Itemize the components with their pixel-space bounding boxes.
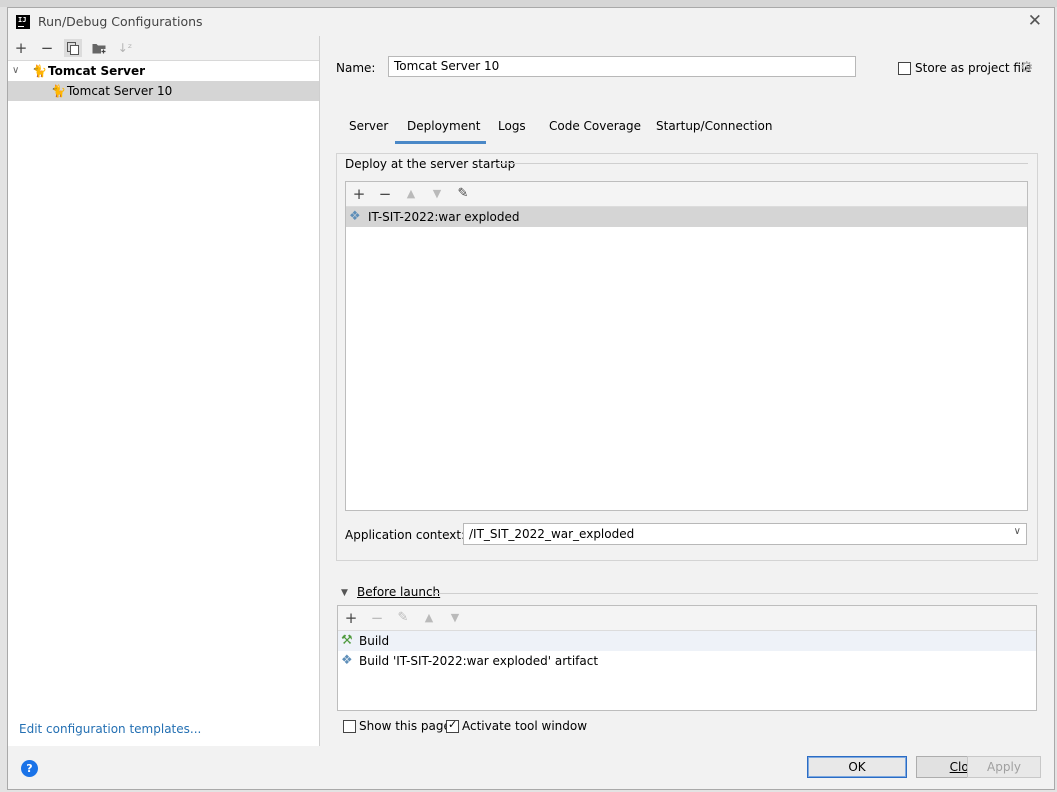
remove-task-icon[interactable]: − <box>368 608 386 628</box>
edit-pencil-icon[interactable]: ✎ <box>394 608 412 628</box>
hammer-icon: ⚒ <box>341 633 353 648</box>
name-input[interactable]: Tomcat Server 10 <box>388 56 856 77</box>
task-label: Build 'IT-SIT-2022:war exploded' artifac… <box>359 654 599 668</box>
tree-group-label: Tomcat Server <box>48 64 146 78</box>
help-icon[interactable]: ? <box>21 760 38 777</box>
artifact-icon: ❖ <box>341 653 353 668</box>
deploy-artifacts-list[interactable]: + − ▲ ▼ ✎ ❖ IT-SIT-2022:war exploded <box>345 181 1028 511</box>
sort-configurations-icon[interactable]: ↓ᶻ <box>116 39 134 57</box>
active-tab-indicator <box>395 141 486 144</box>
before-launch-list[interactable]: + − ✎ ▲ ▼ ⚒ Build ❖ Build 'IT-SIT-2022:w… <box>337 605 1037 711</box>
list-item[interactable]: ❖ Build 'IT-SIT-2022:war exploded' artif… <box>338 651 1036 671</box>
deploy-group-title: Deploy at the server startup <box>345 157 516 171</box>
store-as-project-file-label: Store as project file <box>915 61 1032 75</box>
close-window-icon[interactable]: ✕ <box>1028 11 1042 31</box>
tab-code-coverage[interactable]: Code Coverage <box>549 119 641 133</box>
tomcat-icon: 🐈 <box>32 64 47 78</box>
before-launch-toolbar: + − ✎ ▲ ▼ <box>338 606 1036 631</box>
application-context-label: Application context: <box>345 528 466 542</box>
divider <box>434 593 1038 594</box>
application-context-value: /IT_SIT_2022_war_exploded <box>469 527 635 541</box>
task-label: Build <box>359 634 390 648</box>
chevron-down-icon[interactable]: ∨ <box>12 61 19 81</box>
move-up-icon[interactable]: ▲ <box>420 608 438 628</box>
copy-configuration-icon[interactable] <box>64 39 82 57</box>
tab-deployment[interactable]: Deployment <box>407 119 480 133</box>
add-artifact-icon[interactable]: + <box>350 184 368 204</box>
application-context-combobox[interactable]: /IT_SIT_2022_war_exploded ∨ <box>463 523 1027 545</box>
tab-startup-connection[interactable]: Startup/Connection <box>656 119 772 133</box>
activate-tool-window-checkbox[interactable] <box>446 718 459 733</box>
gear-icon[interactable]: ⚙ <box>1020 58 1033 76</box>
activate-tool-window-label: Activate tool window <box>462 719 588 733</box>
left-footer <box>8 746 319 789</box>
tomcat-icon: 🐈 <box>51 84 66 98</box>
name-label: Name: <box>336 61 376 75</box>
tree-group-tomcat[interactable]: ∨ 🐈 Tomcat Server <box>8 61 319 81</box>
title-bar: IJ Run/Debug Configurations ✕ <box>8 8 1054 36</box>
add-configuration-icon[interactable]: + <box>12 39 30 57</box>
move-down-icon[interactable]: ▼ <box>446 608 464 628</box>
deploy-list-toolbar: + − ▲ ▼ ✎ <box>346 182 1027 207</box>
background-ide <box>0 0 1057 7</box>
remove-artifact-icon[interactable]: − <box>376 184 394 204</box>
artifact-icon: ❖ <box>349 209 361 224</box>
add-task-icon[interactable]: + <box>342 608 360 628</box>
edit-configuration-templates-link[interactable]: Edit configuration templates... <box>19 722 201 736</box>
tree-item-tomcat-server-10[interactable]: 🐈 Tomcat Server 10 <box>8 81 319 101</box>
move-up-icon[interactable]: ▲ <box>402 184 420 204</box>
intellij-logo-icon: IJ <box>16 15 30 29</box>
show-this-page-label: Show this page <box>359 719 451 733</box>
list-item[interactable]: ⚒ Build <box>338 631 1036 651</box>
collapse-triangle-icon[interactable]: ▼ <box>341 588 348 598</box>
move-into-folder-icon[interactable] <box>90 39 108 57</box>
remove-configuration-icon[interactable]: − <box>38 39 56 57</box>
tab-server[interactable]: Server <box>349 119 388 133</box>
edit-pencil-icon[interactable]: ✎ <box>454 184 472 204</box>
configurations-panel: + − ↓ᶻ ∨ 🐈 Tomcat Server 🐈 Tomcat Server… <box>8 36 320 746</box>
chevron-down-icon[interactable]: ∨ <box>1014 526 1021 537</box>
configurations-toolbar: + − ↓ᶻ <box>8 36 319 61</box>
apply-button[interactable]: Apply <box>967 756 1041 778</box>
ok-button[interactable]: OK <box>807 756 907 778</box>
run-debug-dialog: IJ Run/Debug Configurations ✕ + − ↓ᶻ ∨ 🐈… <box>7 7 1055 790</box>
before-launch-title[interactable]: Before launch <box>357 585 440 599</box>
tab-logs[interactable]: Logs <box>498 119 526 133</box>
tree-item-label: Tomcat Server 10 <box>67 84 173 98</box>
configurations-tree: ∨ 🐈 Tomcat Server 🐈 Tomcat Server 10 <box>8 61 319 101</box>
move-down-icon[interactable]: ▼ <box>428 184 446 204</box>
list-item[interactable]: ❖ IT-SIT-2022:war exploded <box>346 207 1027 227</box>
divider <box>496 163 1028 164</box>
artifact-label: IT-SIT-2022:war exploded <box>368 210 520 224</box>
window-title: Run/Debug Configurations <box>38 14 203 29</box>
store-as-project-file-checkbox[interactable] <box>898 62 911 75</box>
show-this-page-checkbox[interactable] <box>343 720 356 733</box>
